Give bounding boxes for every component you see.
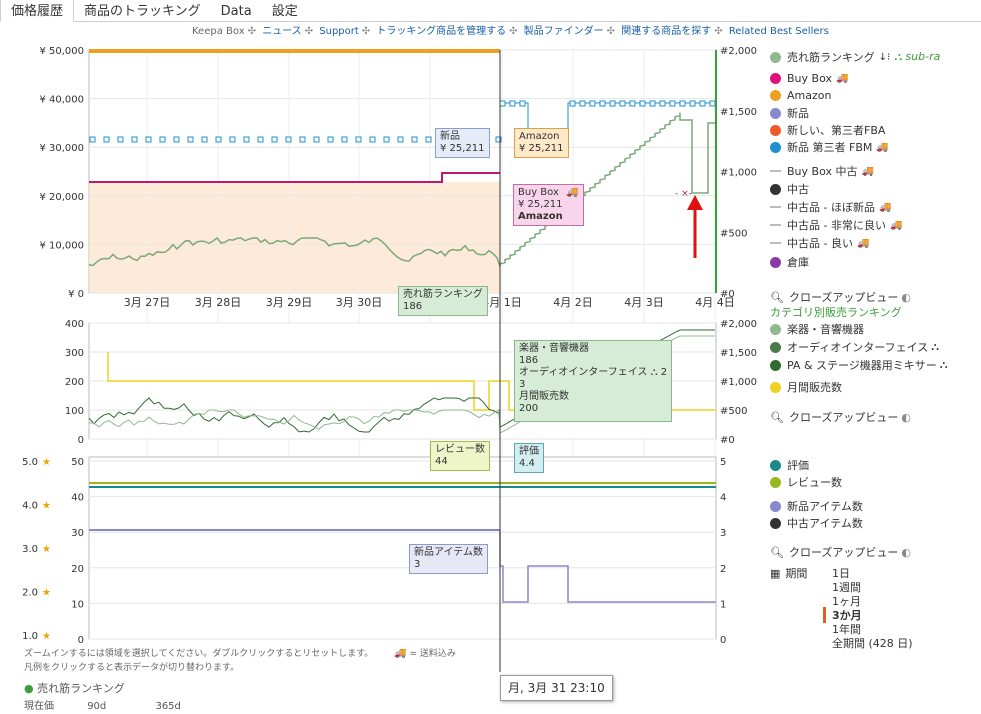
rank-tooltip: 売れ筋ランキング 186	[398, 286, 488, 316]
new-count-tooltip: 新品アイテム数 3	[409, 544, 488, 574]
date-x-tick: 4月 4日	[695, 296, 735, 309]
legend-rank-2[interactable]: PA & ステージ機器用ミキサー ⛬	[770, 357, 948, 373]
legend-item-2[interactable]: Amazon	[770, 89, 831, 102]
rank2-y-tick: 300	[65, 348, 84, 359]
rank-y-tick: #500	[720, 228, 747, 239]
price-y-tick: ¥ 10,000	[39, 240, 84, 251]
review-count-tooltip: レビュー数 44	[430, 441, 490, 471]
review-right-tick: 4	[720, 493, 726, 504]
legend-item-9[interactable]: 中古品 - 非常に良い 🚚	[770, 217, 902, 233]
review-chart-frame	[88, 456, 717, 640]
legend-item-3[interactable]: 新品	[770, 105, 809, 121]
date-x-tick: 3月 29日	[266, 296, 313, 309]
legend-item-11[interactable]: 倉庫	[770, 254, 809, 270]
rank2-right-tick: #1,500	[720, 348, 757, 359]
count-y-tick: 10	[71, 599, 84, 610]
date-x-tick: 3月 30日	[336, 296, 383, 309]
buybox-tooltip: Buy Box 🚚 ¥ 25,211 Amazon	[513, 184, 584, 226]
legend-hint: 凡例をクリックすると表示データが切り替わります。	[24, 663, 240, 673]
rank2-y-tick: 400	[65, 319, 84, 330]
date-x-tick: 4月 1日	[482, 296, 522, 309]
star-icon: ★	[42, 588, 51, 599]
rank-y-tick: #1,000	[720, 168, 757, 179]
legend-item-0[interactable]: 売れ筋ランキング ↓⁝ ⛬ sub-ra	[770, 49, 940, 65]
legend-item-10[interactable]: 中古品 - 良い 🚚	[770, 235, 869, 251]
rank2-right-tick: #2,000	[720, 319, 757, 330]
zoom-hint: ズームインするには領域を選択してください。ダブルクリックするとリセットします。 …	[24, 648, 456, 659]
review-right-tick: 2	[720, 564, 726, 575]
rank2-y-tick: 100	[65, 406, 84, 417]
closeup-toggle-1[interactable]: 🔍︎ クローズアップビュー ◐	[770, 289, 911, 305]
legend-item-7[interactable]: 中古	[770, 181, 809, 197]
count-y-tick: 50	[71, 457, 84, 468]
legend-item-6[interactable]: Buy Box 中古 🚚	[770, 163, 874, 179]
date-x-tick: 3月 28日	[195, 296, 242, 309]
price-y-tick: ¥ 30,000	[39, 143, 84, 154]
legend-item-5[interactable]: 新品 第三者 FBM 🚚	[770, 139, 889, 155]
legend-item-8[interactable]: 中古品 - ほぼ新品 🚚	[770, 199, 891, 215]
rank2-y-tick: 200	[65, 377, 84, 388]
review-right-tick: 0	[720, 635, 726, 646]
date-x-tick: 4月 3日	[624, 296, 664, 309]
truck-icon: 🚚	[394, 648, 407, 659]
closeup-toggle-3[interactable]: 🔍︎ クローズアップビュー ◐	[770, 544, 911, 560]
amazon-tooltip: Amazon ¥ 25,211	[514, 128, 569, 158]
count-y-tick: 40	[71, 493, 84, 504]
rating-y-tick: 3.0	[22, 544, 38, 555]
rank-y-tick: #1,500	[720, 107, 757, 118]
period-label: ▦ 期間	[770, 566, 808, 581]
date-x-tick: 3月 27日	[124, 296, 171, 309]
rank2-y-tick: 0	[78, 435, 84, 446]
count-y-tick: 30	[71, 528, 84, 539]
count-y-tick: 20	[71, 564, 84, 575]
rank2-right-tick: #1,000	[720, 377, 757, 388]
legend-item-1[interactable]: Buy Box 🚚	[770, 72, 848, 85]
warehouse-marker: - ×-	[675, 189, 692, 199]
legend-review-2[interactable]: 新品アイテム数	[770, 498, 863, 514]
category-tooltip: 楽器・音響機器 186 オーディオインターフェイス ⛬ 2 3 月間販売数 200	[514, 340, 672, 422]
star-icon: ★	[42, 631, 51, 642]
rank-y-tick: #2,000	[720, 46, 757, 57]
buybox-area-fill	[89, 182, 500, 293]
rank2-right-tick: #0	[720, 435, 735, 446]
rank-summary-title: ● 売れ筋ランキング	[24, 682, 125, 695]
rating-y-tick: 4.0	[22, 501, 38, 512]
star-icon: ★	[42, 501, 51, 512]
legend-item-4[interactable]: 新しい、第三者FBA	[770, 122, 885, 138]
closeup-toggle-2[interactable]: 🔍︎ クローズアップビュー ◐	[770, 409, 911, 425]
review-right-tick: 1	[720, 599, 726, 610]
date-x-tick: 4月 2日	[553, 296, 593, 309]
star-icon: ★	[42, 457, 51, 468]
legend-review-0[interactable]: 評価	[770, 457, 809, 473]
rating-y-tick: 5.0	[22, 457, 38, 468]
rank2-right-tick: #500	[720, 406, 747, 417]
price-y-tick: ¥ 40,000	[39, 95, 84, 106]
count-y-tick: 0	[78, 635, 84, 646]
legend-review-1[interactable]: レビュー数	[770, 474, 842, 490]
new-tooltip: 新品 ¥ 25,211	[435, 128, 490, 158]
rank-summary-header: 現在価 90d 365d	[24, 701, 181, 712]
rating-y-tick: 1.0	[22, 631, 38, 642]
period-option-5[interactable]: 全期間 (428 日)	[832, 635, 913, 651]
price-y-tick: ¥ 20,000	[39, 192, 84, 203]
review-right-tick: 5	[720, 457, 726, 468]
price-y-tick: ¥ 50,000	[39, 46, 84, 57]
date-tooltip: 月, 3月 31 23:10	[500, 675, 613, 701]
rating-tooltip: 評価 4.4	[514, 443, 544, 473]
legend-rank-1[interactable]: オーディオインターフェイス ⛬	[770, 339, 939, 355]
star-icon: ★	[42, 544, 51, 555]
review-right-tick: 3	[720, 528, 726, 539]
legend-review-3[interactable]: 中古アイテム数	[770, 515, 863, 531]
legend-rank-3[interactable]: 月間販売数	[770, 379, 842, 395]
rank-category-title: カテゴリ別販売ランキング	[770, 306, 902, 319]
rating-y-tick: 2.0	[22, 588, 38, 599]
legend-rank-0[interactable]: 楽器・音響機器	[770, 321, 864, 337]
calendar-icon: ▦	[770, 566, 781, 580]
price-y-tick: ¥ 0	[68, 289, 84, 300]
